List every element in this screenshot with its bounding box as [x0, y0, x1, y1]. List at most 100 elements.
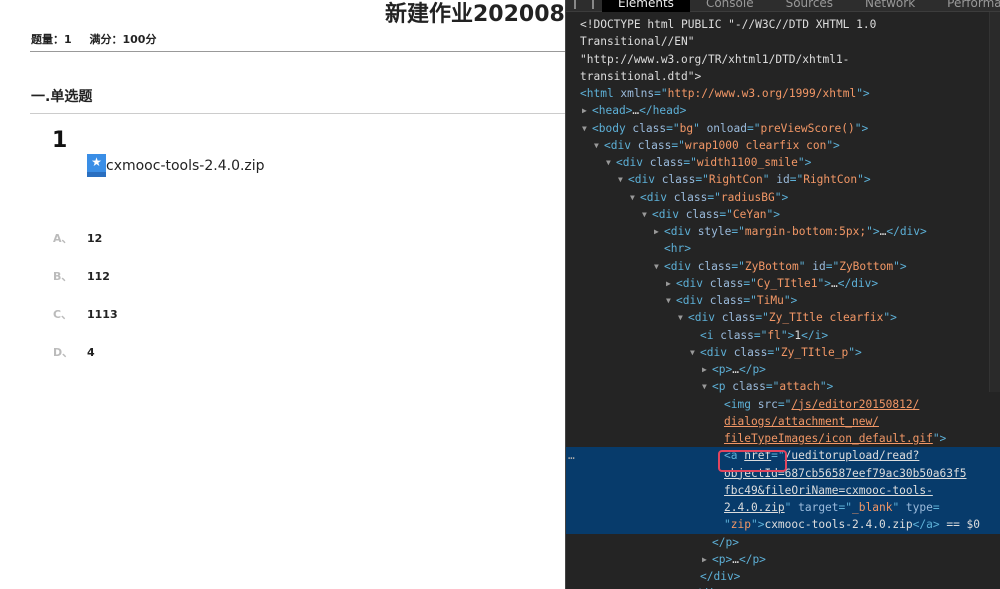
dom-node-line[interactable]: ▼ <div class="Zy_TItle_p"> — [566, 344, 1000, 361]
dom-node-line[interactable]: ▼ <div class="width1100_smile"> — [566, 154, 1000, 171]
code-token: <img — [724, 397, 758, 411]
dom-node-line[interactable]: ▼ <div class="RightCon" id="RightCon"> — [566, 171, 1000, 188]
code-token: /js/editor20150812/ — [791, 397, 920, 411]
dom-node-line[interactable]: ▼ <div class="ZyBottom" id="ZyBottom"> — [566, 258, 1000, 275]
code-token: "http://www.w3.org/TR/xhtml1/DTD/xhtml1- — [580, 52, 850, 66]
code-token: style — [697, 225, 732, 238]
code-token: <!DOCTYPE html PUBLIC "-//W3C//DTD XHTML… — [580, 18, 877, 31]
dom-node-line[interactable]: ▼ <div class="TiMu"> — [566, 292, 1000, 309]
collapse-arrow-icon[interactable]: ▼ — [630, 189, 635, 206]
dom-node-line[interactable]: </div> — [566, 568, 1000, 585]
dom-node-line[interactable]: ▶ <p>…</p> — [566, 551, 1000, 568]
expand-arrow-icon[interactable]: ▶ — [702, 551, 707, 568]
scrollbar[interactable] — [989, 12, 1000, 392]
tab-performance[interactable]: Performance — [931, 0, 1000, 12]
code-token: preViewScore() — [760, 121, 855, 135]
dom-node-line[interactable]: ▼ <div class="radiusBG"> — [566, 189, 1000, 206]
expand-arrow-icon[interactable]: ▶ — [666, 275, 671, 292]
dom-node-line-selected[interactable]: 2.4.0.zip" target="_blank" type= — [566, 499, 1000, 517]
dom-node-line-selected[interactable]: "zip">cxmooc-tools-2.4.0.zip</a> == $0 — [566, 516, 1000, 534]
homework-page: 新建作业202008 题量：1 满分：100分 一.单选题 1 ★ cxmooc… — [0, 0, 565, 589]
node-text: <hr> — [664, 240, 691, 257]
collapse-arrow-icon[interactable]: ▼ — [618, 171, 623, 188]
collapse-arrow-icon[interactable]: ▼ — [702, 378, 707, 395]
dom-tree[interactable]: <!DOCTYPE html PUBLIC "-//W3C//DTD XHTML… — [566, 16, 1000, 589]
code-token: =" — [765, 380, 780, 394]
code-token: class — [649, 156, 684, 169]
expand-arrow-icon[interactable]: ▶ — [702, 361, 707, 378]
collapse-arrow-icon[interactable]: ▼ — [594, 137, 599, 154]
node-text: <div class="ZyBottom" id="ZyBottom"> — [664, 258, 907, 275]
dom-node-line[interactable]: ▼ <div class="Zy_TItle clearfix"> — [566, 309, 1000, 326]
dom-node-line[interactable]: ▼ <div class="wrap1000 clearfix con"> — [566, 137, 1000, 154]
collapse-arrow-icon[interactable]: ▼ — [666, 292, 671, 309]
option-d[interactable]: D、 4 — [53, 344, 95, 360]
dom-node-line[interactable]: ▼ <p class="attach"> — [566, 378, 1000, 395]
dom-node-line[interactable]: ▼ <body class="bg" onload="preViewScore()… — [566, 120, 1000, 137]
code-token: id — [812, 259, 826, 273]
node-text: <p>…</p> — [712, 551, 766, 568]
attachment-link[interactable]: cxmooc-tools-2.4.0.zip — [106, 158, 265, 174]
dom-node-line[interactable]: Transitional//EN" — [566, 33, 1000, 50]
dom-node-line[interactable]: ▼ <div class="CeYan"> — [566, 206, 1000, 223]
option-c[interactable]: C、 1113 — [53, 306, 118, 322]
code-token: </div> — [837, 276, 879, 290]
collapse-arrow-icon[interactable]: ▼ — [606, 154, 611, 171]
code-token: class — [709, 294, 744, 307]
dom-node-line[interactable]: dialogs/attachment_new/ — [566, 413, 1000, 430]
collapse-arrow-icon[interactable]: ▼ — [582, 120, 587, 137]
option-b[interactable]: B、 112 — [53, 268, 110, 284]
option-text: 12 — [87, 232, 103, 245]
dom-node-line[interactable]: transitional.dtd"> — [566, 68, 1000, 85]
inspect-element-icon[interactable] — [574, 0, 576, 9]
dom-node-line[interactable]: ▶ <div style="margin-bottom:5px;">…</div> — [566, 223, 1000, 240]
node-text: <div class="TiMu"> — [676, 292, 797, 309]
code-token: "> — [857, 173, 871, 187]
collapse-arrow-icon[interactable]: ▼ — [678, 309, 683, 326]
dom-node-line[interactable]: </p> — [566, 534, 1000, 551]
dom-node-line[interactable]: <i class="fl">1</i> — [566, 327, 1000, 344]
dom-node-line[interactable]: fileTypeImages/icon_default.gif"> — [566, 430, 1000, 447]
code-token: class — [732, 380, 766, 394]
tab-console[interactable]: Console — [690, 0, 770, 12]
dom-node-line[interactable]: <img src="/js/editor20150812/ — [566, 396, 1000, 413]
dom-node-line[interactable]: <!DOCTYPE html PUBLIC "-//W3C//DTD XHTML… — [566, 16, 1000, 33]
collapse-arrow-icon[interactable]: ▼ — [654, 258, 659, 275]
code-token: </i> — [801, 328, 829, 342]
tab-sources[interactable]: Sources — [770, 0, 849, 12]
code-token: margin-bottom:5px; — [744, 225, 867, 238]
option-a[interactable]: A、 12 — [53, 230, 102, 246]
code-token: =" — [731, 225, 745, 238]
dom-node-line[interactable]: ▶ <div class="Cy_TItle1">…</div> — [566, 275, 1000, 292]
code-token: "> — [797, 156, 812, 169]
code-token: =" — [743, 294, 757, 307]
expand-arrow-icon[interactable]: ▶ — [582, 102, 587, 119]
node-text: 2.4.0.zip" target="_blank" type= — [724, 499, 940, 516]
collapse-arrow-icon[interactable]: ▼ — [642, 206, 647, 223]
code-token: </p> — [738, 552, 766, 566]
dom-node-line[interactable]: <html xmlns="http://www.w3.org/1999/xhtm… — [566, 85, 1000, 102]
code-token: " — [892, 501, 906, 514]
dom-node-line[interactable]: "http://www.w3.org/TR/xhtml1/DTD/xhtml1- — [566, 51, 1000, 68]
code-token: /ueditorupload/read? — [784, 449, 920, 463]
code-token: =" — [671, 138, 685, 152]
tab-elements[interactable]: Elements — [602, 0, 690, 12]
collapse-arrow-icon[interactable]: ▼ — [690, 344, 695, 361]
node-text: <div class="Zy_TItle_p"> — [700, 344, 862, 361]
devtools-panel: Elements Console Sources Network Perform… — [565, 0, 1000, 589]
code-token: <head> — [592, 104, 633, 118]
code-token: "> — [826, 138, 840, 152]
dom-node-line[interactable]: ▶ <p>…</p> — [566, 361, 1000, 378]
dom-node-line[interactable]: <hr> — [566, 240, 1000, 257]
dom-node-line-selected[interactable]: fbc49&fileOriName=cxmooc-tools- — [566, 481, 1000, 499]
tab-network[interactable]: Network — [849, 0, 931, 12]
dom-node-line[interactable]: </div> — [566, 585, 1000, 589]
code-token: attach — [779, 380, 820, 394]
attachment[interactable]: ★ cxmooc-tools-2.4.0.zip — [87, 154, 265, 177]
dom-node-line[interactable]: ▶ <head>…</head> — [566, 102, 1000, 119]
device-toggle-icon[interactable] — [592, 0, 594, 9]
node-text: </div> — [688, 585, 728, 589]
more-options-icon[interactable]: … — [568, 447, 575, 464]
expand-arrow-icon[interactable]: ▶ — [654, 223, 659, 240]
code-token: =" — [707, 190, 721, 204]
